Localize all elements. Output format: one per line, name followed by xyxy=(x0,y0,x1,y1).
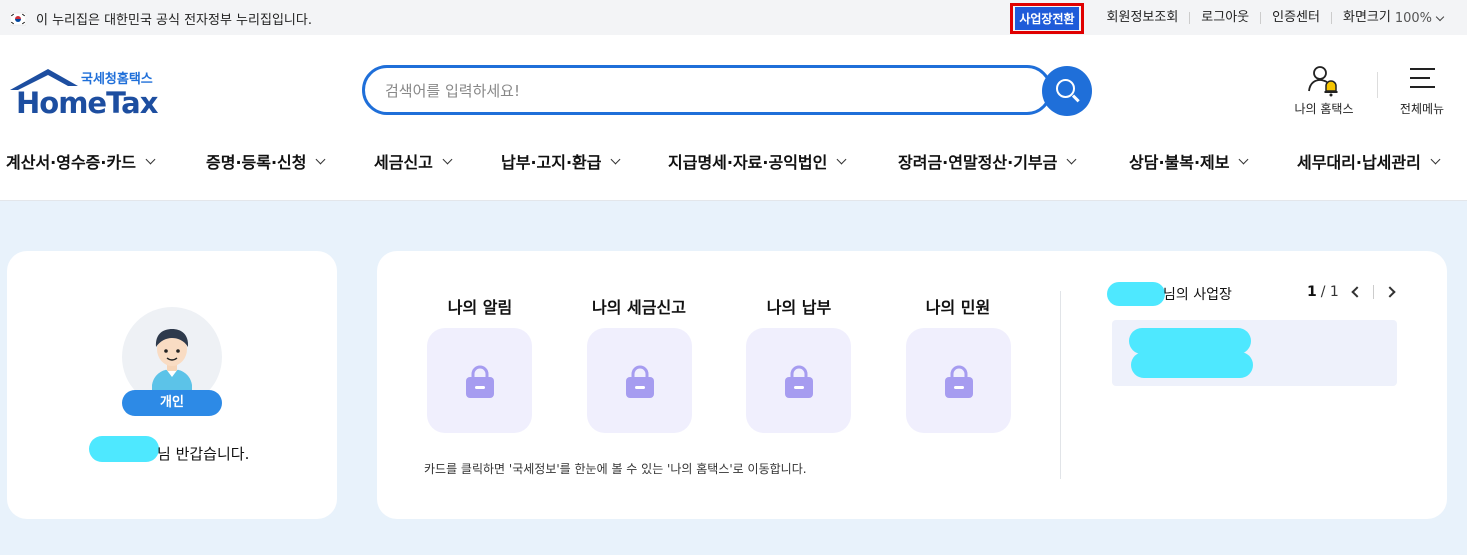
profile-card: 개인 님 반갑습니다. xyxy=(7,251,337,519)
logo-subtitle: 국세청홈택스 xyxy=(81,72,153,87)
search-input[interactable] xyxy=(385,79,1025,103)
tile-notice-text: 카드를 클릭하면 '국세정보'를 한눈에 볼 수 있는 '나의 홈택스'로 이동… xyxy=(424,462,807,476)
chevron-down-icon xyxy=(1435,12,1445,21)
lock-icon xyxy=(466,365,494,398)
masked-business-name xyxy=(1129,328,1251,354)
hometax-logo[interactable]: 국세청홈택스 HomeTax xyxy=(8,64,158,120)
masked-business-owner xyxy=(1107,282,1165,306)
lock-icon xyxy=(785,365,813,398)
greeting-text: 님 반갑습니다. xyxy=(157,445,250,463)
nav-item-tax-return[interactable]: 세금신고 xyxy=(374,149,453,173)
korea-flag-icon xyxy=(9,11,27,27)
tile-alerts[interactable] xyxy=(427,328,532,433)
chevron-down-icon xyxy=(442,154,453,165)
chevron-left-icon[interactable] xyxy=(1351,286,1363,298)
masked-user-name xyxy=(89,436,159,462)
nav-item-tax-agent[interactable]: 세무대리·납세관리 xyxy=(1297,149,1441,173)
zoom-select[interactable]: 100% xyxy=(1394,10,1445,26)
member-info-link[interactable]: 회원정보조회 xyxy=(1096,11,1191,24)
chevron-down-icon xyxy=(316,154,326,165)
search-button[interactable] xyxy=(1042,66,1092,116)
business-title: 님의 사업장 xyxy=(1163,287,1232,303)
masked-business-number xyxy=(1131,352,1253,378)
header-divider xyxy=(1377,72,1378,98)
screen-size-label: 화면크기 xyxy=(1342,10,1391,25)
vertical-divider xyxy=(1060,291,1061,479)
chevron-down-icon xyxy=(836,154,847,165)
nav-item-certificate[interactable]: 증명·등록·신청 xyxy=(206,149,326,173)
nav-item-statements[interactable]: 지급명세·자료·공익법인 xyxy=(668,149,847,173)
business-list-item[interactable] xyxy=(1112,320,1397,386)
tile-title-petitions: 나의 민원 xyxy=(925,298,991,317)
chevron-right-icon[interactable] xyxy=(1384,286,1396,298)
user-bell-icon xyxy=(1308,66,1338,97)
business-switch-label: 사업장전환 xyxy=(1015,6,1079,30)
logo-title: HomeTax xyxy=(16,86,158,120)
tile-payments[interactable] xyxy=(746,328,851,433)
nav-item-incentives[interactable]: 장려금·연말정산·기부금 xyxy=(898,149,1077,173)
nav-item-invoice[interactable]: 계산서·영수증·카드 xyxy=(6,149,156,173)
page-current: 1 xyxy=(1307,284,1317,300)
chevron-down-icon xyxy=(145,154,156,165)
nav-item-payment[interactable]: 납부·고지·환급 xyxy=(501,149,621,173)
logout-link[interactable]: 로그아웃 xyxy=(1190,11,1262,24)
zoom-value: 100% xyxy=(1394,10,1432,26)
lock-icon xyxy=(626,365,654,398)
tile-tax-returns[interactable] xyxy=(587,328,692,433)
business-pager: 1 / 1 xyxy=(1307,284,1396,300)
all-menu-button[interactable]: 전체메뉴 xyxy=(1394,62,1450,118)
page-total: / 1 xyxy=(1320,284,1339,300)
chevron-down-icon xyxy=(611,154,621,165)
chevron-down-icon xyxy=(1066,154,1077,165)
my-hometax-label: 나의 홈택스 xyxy=(1294,102,1354,116)
user-type-badge: 개인 xyxy=(122,390,222,416)
business-switch-button[interactable]: 사업장전환 xyxy=(1010,2,1084,34)
main-navigation: 계산서·영수증·카드 증명·등록·신청 세금신고 납부·고지·환급 지급명세·자… xyxy=(0,140,1467,180)
tile-title-tax-returns: 나의 세금신고 xyxy=(592,298,686,317)
gov-notice-bar: 이 누리집은 대한민국 공식 전자정부 누리집입니다. 사업장전환 회원정보조회… xyxy=(0,0,1467,35)
dashboard-card: 나의 알림 나의 세금신고 나의 납부 나의 민원 카드를 클릭하면 '국세정보… xyxy=(377,251,1447,519)
nav-item-consulting[interactable]: 상담·불복·제보 xyxy=(1129,149,1249,173)
gov-notice-text: 이 누리집은 대한민국 공식 전자정부 누리집입니다. xyxy=(36,13,312,28)
tile-title-alerts: 나의 알림 xyxy=(447,298,513,317)
chevron-down-icon xyxy=(1239,154,1249,165)
certificate-center-link[interactable]: 인증센터 xyxy=(1261,11,1332,24)
all-menu-label: 전체메뉴 xyxy=(1399,102,1445,116)
search-box xyxy=(362,65,1052,115)
tile-petitions[interactable] xyxy=(906,328,1011,433)
chevron-down-icon xyxy=(1430,154,1441,165)
lock-icon xyxy=(945,365,973,398)
my-hometax-button[interactable]: 나의 홈택스 xyxy=(1288,62,1360,118)
tile-title-payments: 나의 납부 xyxy=(766,298,832,317)
